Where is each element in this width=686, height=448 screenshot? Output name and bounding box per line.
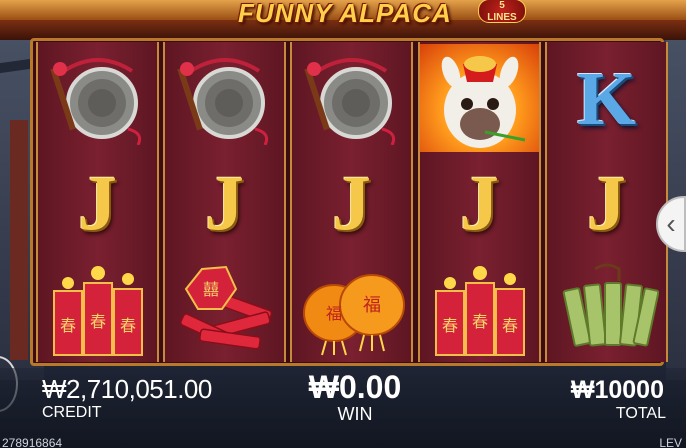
firecracker-bundle-icon: 囍 — [179, 265, 272, 350]
reel-4: J 春 春 春 — [418, 42, 541, 362]
symbol-j: J — [420, 150, 539, 256]
symbol-j: J — [547, 150, 666, 256]
win-label: WIN — [337, 404, 373, 424]
svg-text:春: 春 — [501, 316, 517, 335]
symbol-firecrackers: 春 春 春 — [420, 256, 539, 362]
game-title: FUNNY ALPACA — [238, 0, 452, 28]
reel-3-letter: J — [332, 159, 371, 246]
lanterns-icon: 福 福 — [302, 274, 405, 356]
symbol-alpaca-wild — [420, 44, 539, 152]
svg-text:囍: 囍 — [202, 280, 218, 299]
win-value: ₩0.00 — [308, 369, 402, 405]
reel-5: K J — [545, 42, 668, 362]
svg-text:福: 福 — [325, 304, 341, 323]
svg-text:春: 春 — [89, 312, 105, 331]
svg-text:春: 春 — [59, 316, 75, 335]
svg-text:福: 福 — [363, 295, 381, 316]
svg-text:春: 春 — [471, 312, 487, 331]
reel-2-letter: J — [205, 159, 244, 246]
firecrackers-icon: 春 春 春 — [52, 266, 143, 356]
reel-2: J 囍 — [163, 42, 286, 362]
lines-count: 5 — [499, 0, 505, 11]
symbol-lanterns: 福 福 — [292, 256, 411, 362]
alpaca-icon — [441, 56, 525, 148]
gong-icon — [303, 58, 395, 145]
reel-5-letter: J — [587, 159, 626, 246]
symbol-firecracker-bundle: 囍 — [165, 256, 284, 362]
jade-tablets-icon — [562, 263, 659, 347]
svg-text:春: 春 — [441, 316, 457, 335]
total-bet-value[interactable]: ₩10000 — [571, 376, 664, 405]
credit-label: CREDIT — [42, 404, 102, 421]
symbol-gong — [292, 46, 411, 152]
svg-text:春: 春 — [119, 316, 135, 335]
chevron-left-icon: ‹ — [666, 208, 676, 239]
symbol-k: K — [547, 46, 666, 152]
level-label: LEV — [659, 436, 682, 448]
reel-1-letter: J — [78, 159, 117, 246]
symbol-j: J — [38, 150, 157, 256]
reel-3: J 福 福 — [290, 42, 413, 362]
session-id: 278916864 — [2, 436, 63, 448]
total-bet-label: TOTAL — [615, 405, 666, 422]
lines-label: LINES — [487, 12, 517, 23]
game-stage: FUNNY ALPACA 5 LINES J 春 春 春 J 囍 J 福 福 J… — [0, 0, 686, 448]
symbol-gong — [38, 46, 157, 152]
symbol-j: J — [165, 150, 284, 256]
firecrackers-icon: 春 春 春 — [434, 266, 525, 356]
temple-pillar — [10, 120, 28, 360]
reel-4-letter: J — [460, 159, 499, 246]
symbol-firecrackers: 春 春 春 — [38, 256, 157, 362]
reel-1: J 春 春 春 — [36, 42, 159, 362]
credit-value: ₩2,710,051.00 — [42, 374, 212, 404]
symbol-jade-tablets — [547, 256, 666, 362]
gong-icon — [176, 58, 268, 145]
lines-badge: 5 LINES — [478, 0, 526, 23]
reel-5-letter-top: K — [576, 57, 637, 141]
gong-icon — [49, 58, 141, 145]
symbol-j: J — [292, 150, 411, 256]
temple-background-right — [666, 0, 686, 380]
symbol-gong — [165, 46, 284, 152]
